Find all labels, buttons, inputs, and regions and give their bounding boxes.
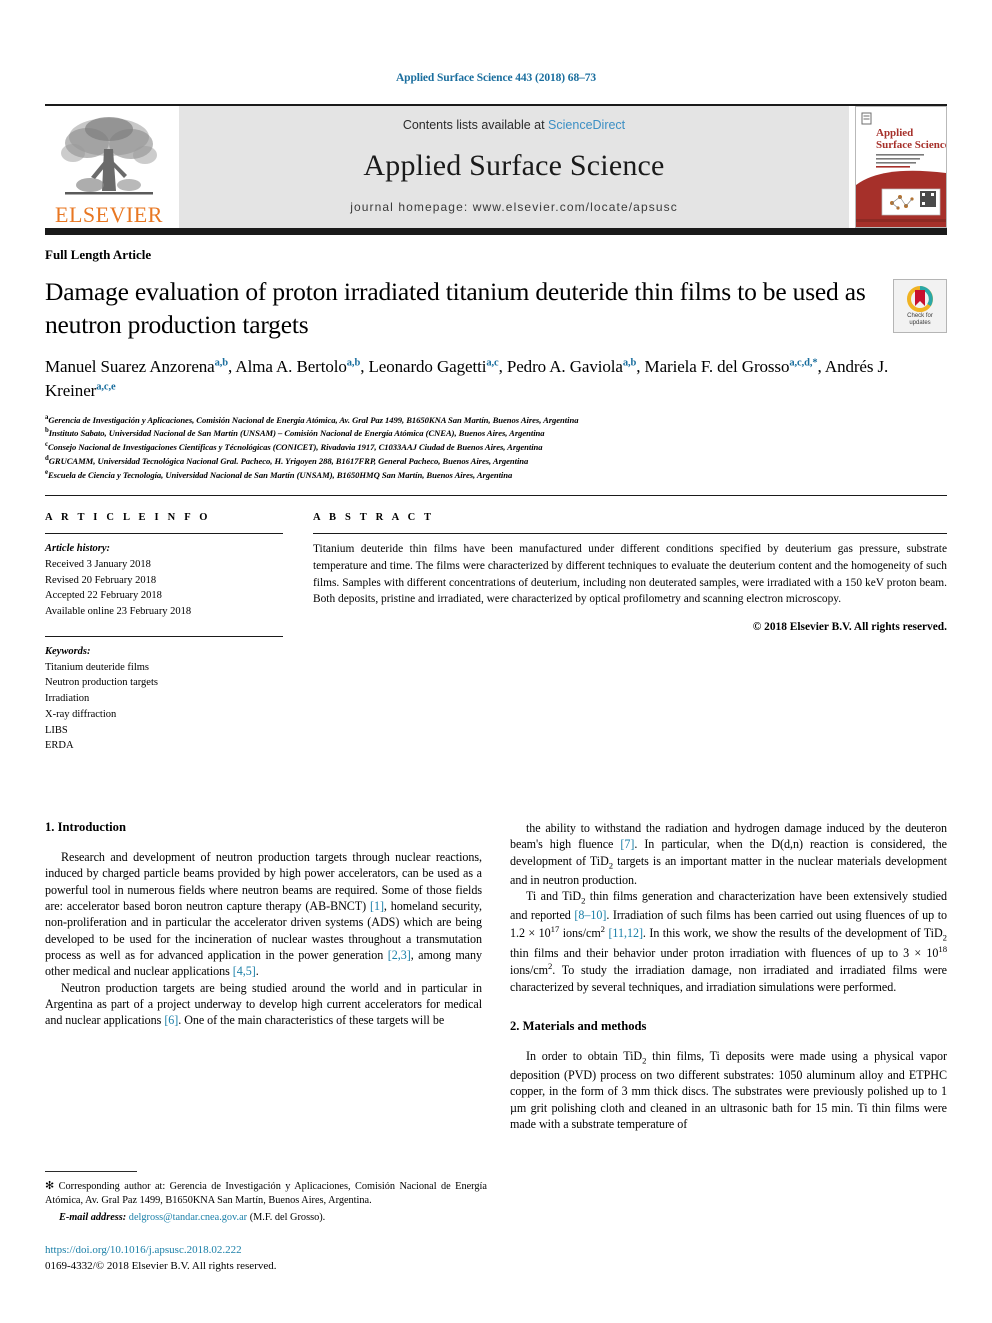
- footnote-rule: [45, 1170, 137, 1172]
- keywords-list: Keywords: Titanium deuteride films Neutr…: [45, 644, 283, 754]
- email-link[interactable]: delgross@tandar.cnea.gov.ar: [129, 1212, 247, 1223]
- article-info-rule: [45, 533, 283, 535]
- body-columns: 1. Introduction Research and development…: [45, 820, 947, 1132]
- doi-block: https://doi.org/10.1016/j.apsusc.2018.02…: [45, 1243, 487, 1275]
- info-abstract-block: A R T I C L E I N F O Article history: R…: [45, 512, 947, 754]
- contents-available-line: Contents lists available at ScienceDirec…: [403, 118, 625, 132]
- abstract-text: Titanium deuteride thin films have been …: [313, 543, 947, 606]
- contents-prefix: Contents lists available at: [402, 118, 549, 132]
- history-item: Revised 20 February 2018: [45, 574, 157, 586]
- masthead-center: Contents lists available at ScienceDirec…: [179, 106, 849, 228]
- corresponding-author-note: ✻ Corresponding author at: Gerencia de I…: [45, 1179, 487, 1206]
- info-section-rule: [45, 495, 947, 497]
- affiliation-text: Escuela de Ciencia y Tecnología, Univers…: [47, 470, 513, 481]
- article-info-heading: A R T I C L E I N F O: [45, 512, 211, 524]
- article-history-label: Article history:: [45, 543, 111, 555]
- article-page: Applied Surface Science 443 (2018) 68–73: [0, 0, 992, 1323]
- keyword-item: X-ray diffraction: [45, 708, 117, 720]
- email-suffix: (M.F. del Grosso).: [247, 1211, 326, 1223]
- affiliation-text: Consejo Nacional de Investigaciones Cien…: [47, 442, 543, 453]
- author-list: Manuel Suarez Anzorenaa,b, Alma A. Berto…: [45, 357, 889, 401]
- elsevier-tree-icon: [61, 117, 157, 195]
- keyword-item: ERDA: [45, 740, 74, 752]
- keywords-rule: [45, 635, 283, 637]
- right-paragraph-1: the ability to withstand the radiation a…: [510, 821, 947, 887]
- section-heading-introduction: 1. Introduction: [45, 820, 126, 835]
- cover-art: Applied Surface Science: [856, 107, 946, 227]
- crossmark-icon: [907, 285, 933, 312]
- affiliation-item: cConsejo Nacional de Investigaciones Cie…: [45, 440, 947, 454]
- journal-homepage-link[interactable]: journal homepage: www.elsevier.com/locat…: [350, 200, 678, 214]
- crossmark-line2: updates: [909, 319, 931, 326]
- affiliation-item: aGerencia de Investigación y Aplicacione…: [45, 413, 947, 427]
- sciencedirect-link[interactable]: ScienceDirect: [548, 118, 625, 132]
- svg-text:Applied: Applied: [876, 127, 913, 139]
- keyword-item: LIBS: [45, 724, 68, 736]
- elsevier-logo[interactable]: ELSEVIER: [45, 106, 173, 228]
- abstract-column: A B S T R A C T Titanium deuteride thin …: [313, 512, 947, 754]
- copyright-line: © 2018 Elsevier B.V. All rights reserved…: [752, 621, 947, 634]
- email-label: E-mail address:: [59, 1211, 127, 1223]
- right-paragraph-2: Ti and TiD2 thin films generation and ch…: [510, 889, 947, 994]
- crossmark-label: Check for updates: [907, 313, 933, 327]
- keyword-item: Titanium deuteride films: [45, 661, 150, 673]
- journal-masthead: ELSEVIER Contents lists available at Sci…: [45, 106, 947, 228]
- history-item: Accepted 22 February 2018: [45, 590, 162, 602]
- article-type-label: Full Length Article: [45, 247, 152, 262]
- affiliation-text: Gerencia de Investigación y Aplicaciones…: [48, 414, 579, 425]
- email-note: E-mail address: delgross@tandar.cnea.gov…: [45, 1211, 487, 1225]
- crossmark-line1: Check for: [907, 312, 933, 319]
- keywords-label: Keywords:: [45, 645, 91, 657]
- affiliation-text: GRUCAMM, Universidad Tecnológica Naciona…: [48, 456, 529, 467]
- history-item: Received 3 January 2018: [45, 558, 151, 570]
- svg-text:Surface Science: Surface Science: [876, 139, 946, 151]
- affiliation-list: aGerencia de Investigación y Aplicacione…: [45, 413, 947, 483]
- masthead-bottom-rule: [45, 228, 947, 235]
- keywords-group: Keywords: Titanium deuteride films Neutr…: [45, 635, 283, 754]
- section-heading-materials-methods: 2. Materials and methods: [510, 1018, 647, 1033]
- crossmark-badge[interactable]: Check for updates: [893, 279, 947, 333]
- elsevier-wordmark: ELSEVIER: [55, 202, 163, 227]
- doi-link[interactable]: https://doi.org/10.1016/j.apsusc.2018.02…: [45, 1243, 487, 1259]
- affiliation-item: dGRUCAMM, Universidad Tecnológica Nacion…: [45, 454, 947, 468]
- article-history-group: Article history: Received 3 January 2018…: [45, 541, 283, 620]
- intro-paragraph-2: Neutron production targets are being stu…: [45, 980, 482, 1028]
- journal-cover-thumbnail[interactable]: Applied Surface Science: [855, 106, 947, 228]
- abstract-heading: A B S T R A C T: [313, 512, 435, 524]
- intro-paragraph-1: Research and development of neutron prod…: [45, 850, 482, 979]
- abstract-rule: [313, 533, 947, 535]
- methods-paragraph-1: In order to obtain TiD2 thin films, Ti d…: [510, 1048, 947, 1132]
- history-item: Available online 23 February 2018: [45, 606, 192, 618]
- running-head: Applied Surface Science 443 (2018) 68–73: [395, 72, 597, 84]
- keyword-item: Irradiation: [45, 693, 90, 705]
- affiliation-text: Instituto Sabato, Universidad Nacional d…: [48, 428, 545, 439]
- body-column-left: 1. Introduction Research and development…: [45, 820, 482, 1132]
- journal-title: Applied Surface Science: [363, 149, 665, 182]
- title-row: Damage evaluation of proton irradiated t…: [45, 275, 947, 341]
- footnote-block: ✻ Corresponding author at: Gerencia de I…: [45, 1170, 487, 1275]
- affiliation-item: eEscuela de Ciencia y Tecnología, Univer…: [45, 468, 947, 482]
- affiliation-item: bInstituto Sabato, Universidad Nacional …: [45, 426, 947, 440]
- body-column-right: the ability to withstand the radiation a…: [510, 820, 947, 1132]
- page-title: Damage evaluation of proton irradiated t…: [45, 277, 866, 340]
- issn-copyright-line: 0169-4332/© 2018 Elsevier B.V. All right…: [45, 1260, 277, 1273]
- keyword-item: Neutron production targets: [45, 677, 158, 689]
- article-info-column: A R T I C L E I N F O Article history: R…: [45, 512, 313, 754]
